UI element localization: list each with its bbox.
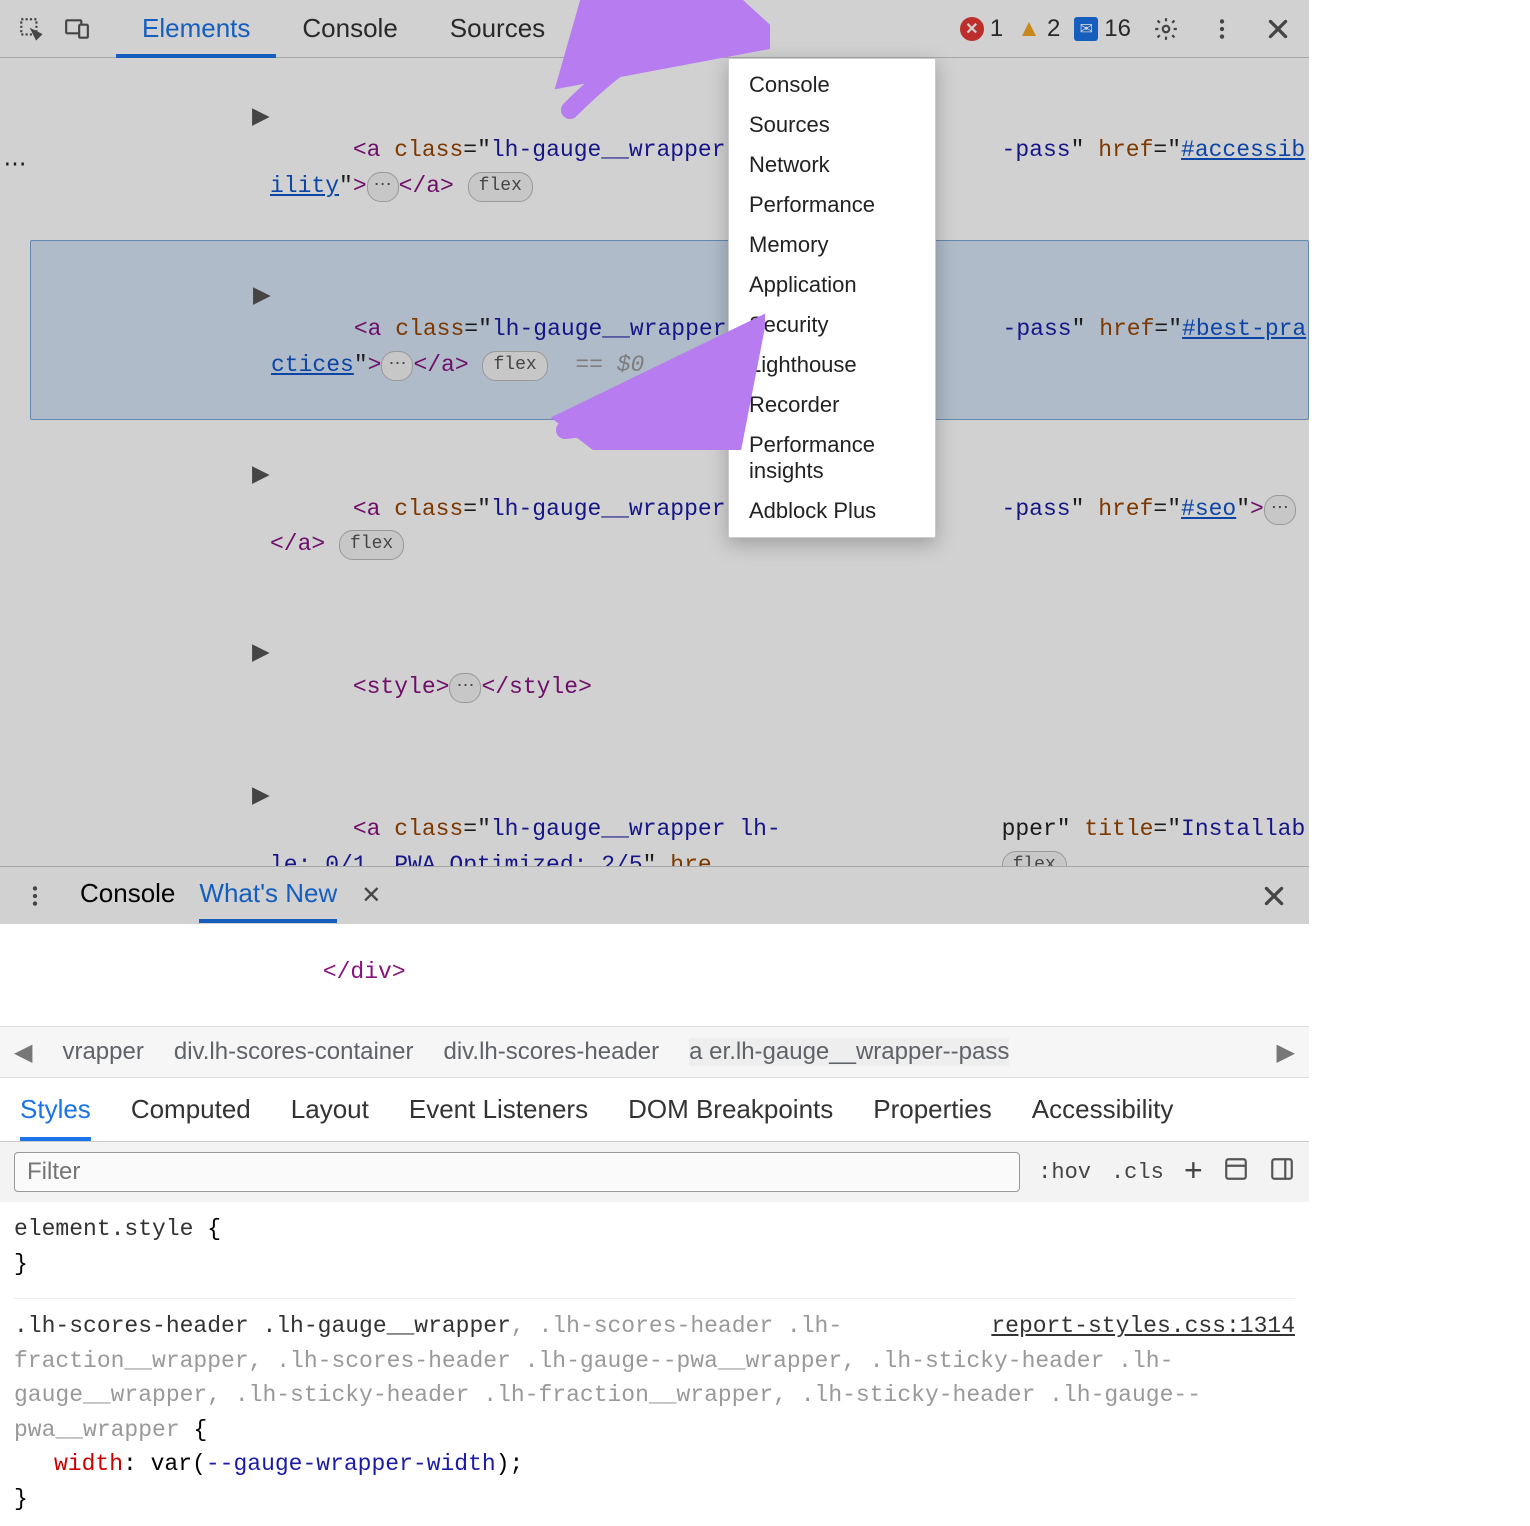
tab-computed[interactable]: Computed [131,1086,251,1141]
attr-class: lh-gauge__wrapper lh- [491,816,781,842]
tab-event-listeners[interactable]: Event Listeners [409,1086,588,1141]
error-count-value: 1 [990,15,1003,43]
menu-item-application[interactable]: Application [729,265,935,305]
tab-sources[interactable]: Sources [424,0,571,58]
settings-icon[interactable] [1145,8,1187,50]
menu-item-performance[interactable]: Performance [729,185,935,225]
disclosure-triangle[interactable]: ▶ [252,100,270,136]
warning-count-value: 2 [1047,15,1060,43]
message-icon: ✉ [1074,17,1098,41]
drawer-tab-whatsnew[interactable]: What's New [199,868,337,923]
tab-network[interactable]: Netwo [571,0,697,58]
ellipsis-pill[interactable]: ⋯ [1264,495,1296,525]
flex-badge[interactable]: flex [468,172,533,202]
console-ref: == $0 [575,352,644,378]
breadcrumb-item-selected[interactable]: a er.lh-gauge__wrapper--pass [689,1038,1009,1066]
more-tabs-button[interactable] [701,7,745,51]
disclosure-triangle[interactable]: ▶ [252,779,270,815]
breadcrumb-item[interactable]: vrapper [62,1038,143,1066]
menu-item-security[interactable]: Security [729,305,935,345]
menu-item-memory[interactable]: Memory [729,225,935,265]
breadcrumb-item[interactable]: div.lh-scores-container [174,1038,414,1066]
menu-item-recorder[interactable]: Recorder [729,385,935,425]
drawer: Console What's New ✕ [0,866,1309,924]
new-style-rule-icon[interactable]: + [1184,1154,1203,1191]
computed-styles-icon[interactable] [1223,1156,1249,1189]
menu-item-perf-insights[interactable]: Performance insights [729,425,935,491]
dom-row-menu-icon[interactable]: ⋯ [0,140,30,192]
tab-elements[interactable]: Elements [116,0,276,58]
menu-item-console[interactable]: Console [729,65,935,105]
styles-panel-tabs: Styles Computed Layout Event Listeners D… [0,1078,1309,1142]
tab-console[interactable]: Console [276,0,423,58]
css-var-name[interactable]: --gauge-wrapper-width [206,1451,496,1477]
ellipsis-pill[interactable]: ⋯ [381,351,413,381]
css-property[interactable]: width [54,1451,123,1477]
menu-item-sources[interactable]: Sources [729,105,935,145]
breadcrumb[interactable]: ◀ vrapper div.lh-scores-container div.lh… [0,1026,1309,1078]
error-count[interactable]: ✕ 1 [960,15,1003,43]
menu-item-network[interactable]: Network [729,145,935,185]
flex-badge[interactable]: flex [339,530,404,560]
styles-rules[interactable]: element.style { } report-styles.css:1314… [0,1202,1309,1526]
css-selector[interactable]: .lh-scores-header .lh-gauge__wrapper [14,1313,511,1339]
disclosure-triangle[interactable]: ▶ [252,458,270,494]
flex-badge[interactable]: flex [482,351,547,381]
device-toggle-icon[interactable] [56,8,98,50]
selected-dom-node[interactable]: ▶ <a class="lh-gauge__wrapper lh- -pass"… [30,240,1309,420]
kebab-menu-icon[interactable] [1201,8,1243,50]
more-tabs-menu: Console Sources Network Performance Memo… [728,58,936,538]
disclosure-triangle[interactable]: ▶ [252,636,270,672]
inspect-element-icon[interactable] [10,8,52,50]
close-drawer-icon[interactable] [1253,875,1295,917]
cls-toggle[interactable]: .cls [1111,1160,1164,1185]
warning-count[interactable]: ▲ 2 [1017,15,1060,43]
ellipsis-pill[interactable]: ⋯ [367,172,399,202]
message-count[interactable]: ✉ 16 [1074,15,1131,43]
breadcrumb-scroll-right[interactable]: ▶ [1277,1038,1295,1067]
menu-item-adblock[interactable]: Adblock Plus [729,491,935,531]
warning-icon: ▲ [1017,15,1041,43]
styles-filter-input[interactable] [14,1152,1020,1192]
tab-dom-breakpoints[interactable]: DOM Breakpoints [628,1086,833,1141]
toggle-sidebar-icon[interactable] [1269,1156,1295,1189]
breadcrumb-item[interactable]: div.lh-scores-header [444,1038,660,1066]
tab-styles[interactable]: Styles [20,1086,91,1141]
css-value-func[interactable]: var [151,1451,192,1477]
tab-layout[interactable]: Layout [291,1086,369,1141]
drawer-tab-console[interactable]: Console [80,868,175,923]
panel-tabs: Elements Console Sources Netwo [116,0,697,58]
tab-properties[interactable]: Properties [873,1086,992,1141]
hov-toggle[interactable]: :hov [1038,1160,1091,1185]
message-count-value: 16 [1104,15,1131,43]
ellipsis-pill[interactable]: ⋯ [449,673,481,703]
disclosure-triangle[interactable]: ▶ [253,279,271,315]
menu-item-lighthouse[interactable]: Lighthouse [729,345,935,385]
tab-accessibility[interactable]: Accessibility [1032,1086,1174,1141]
breadcrumb-scroll-left[interactable]: ◀ [14,1038,32,1067]
drawer-menu-icon[interactable] [14,875,56,917]
css-source-link[interactable]: report-styles.css:1314 [991,1309,1295,1344]
css-selector[interactable]: element.style [14,1216,193,1242]
close-drawer-tab-icon[interactable]: ✕ [361,881,381,910]
attr-href[interactable]: #seo [1181,496,1236,522]
close-devtools-icon[interactable] [1257,8,1299,50]
error-icon: ✕ [960,17,984,41]
